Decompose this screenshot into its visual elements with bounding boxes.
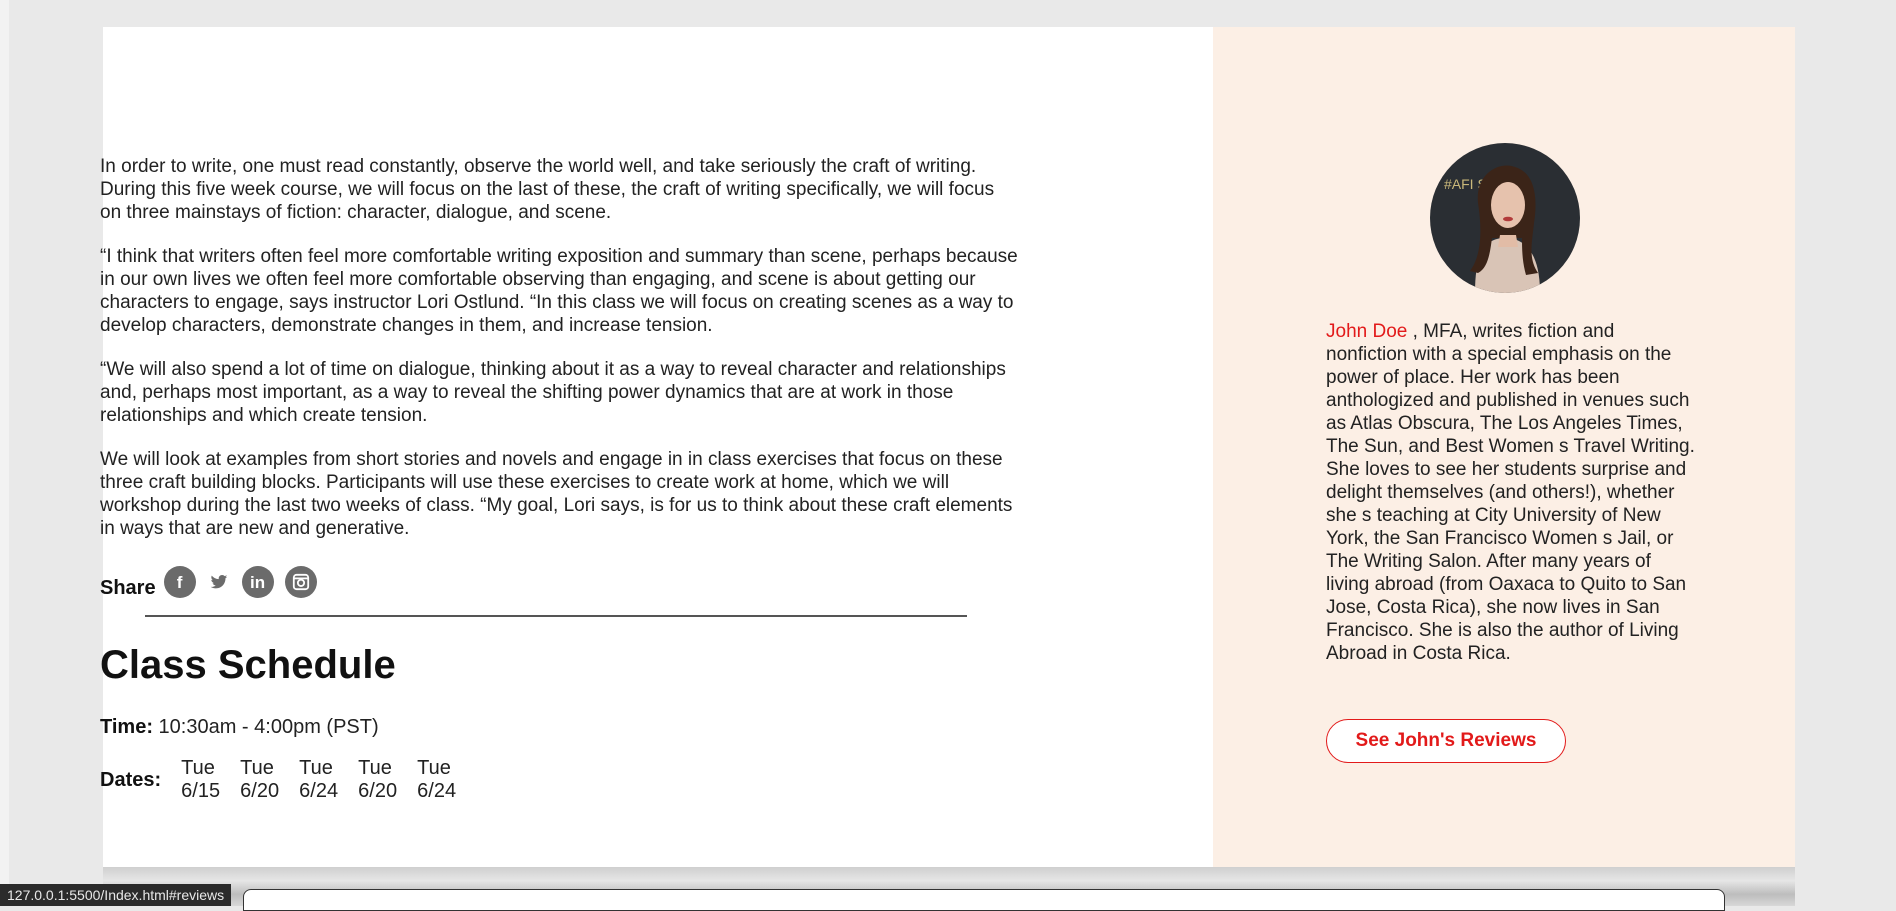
reviews-card-edge [243,889,1725,911]
date-day: Tue [417,757,451,779]
date-item: Tue 6/20 [358,757,417,803]
dates-label: Dates: [100,768,162,791]
facebook-glyph: f [176,572,183,592]
share-label: Share [100,577,156,599]
date-item: Tue 6/15 [181,757,240,803]
date-value: 6/20 [358,780,398,802]
instructor-name[interactable]: John Doe [1326,321,1407,342]
instagram-camera-shape [292,573,309,591]
description-paragraph: “We will also spend a lot of time on dia… [100,359,1006,426]
instagram-icon[interactable] [284,566,317,598]
description-paragraph: In order to write, one must read constan… [100,156,995,223]
twitter-icon[interactable] [207,566,231,598]
description-paragraph: We will look at examples from short stor… [100,449,1013,539]
instructor-bio-text: , MFA, writes fiction and nonfiction wit… [1326,321,1695,664]
share-row: Share f in [100,562,1020,600]
reviews-section-preview [103,867,1795,911]
instructor-bio: John Doe , MFA, writes fiction and nonfi… [1326,320,1696,665]
date-value: 6/20 [240,780,280,802]
see-reviews-button[interactable]: See John's Reviews [1326,719,1566,763]
description-paragraph: “I think that writers often feel more co… [100,246,1018,336]
instructor-avatar: #AFI S [1430,143,1580,293]
date-value: 6/15 [181,780,221,802]
avatar-portrait: #AFI S [1430,143,1580,293]
date-item: Tue 6/20 [240,757,299,803]
section-divider [145,615,967,617]
linkedin-glyph: in [250,572,266,592]
date-value: 6/24 [299,780,339,802]
twitter-bird-shape [210,574,227,588]
schedule-dates: Dates: Tue 6/15 Tue 6/20 Tue 6/24 Tue 6/… [100,757,476,803]
time-value: 10:30am - 4:00pm (PST) [158,716,379,738]
date-item: Tue 6/24 [299,757,358,803]
page-left-edge [0,0,9,906]
date-day: Tue [358,757,392,779]
facebook-icon[interactable]: f [163,566,196,598]
date-day: Tue [240,757,274,779]
browser-status-url: 127.0.0.1:5500/Index.html#reviews [0,884,232,906]
schedule-title: Class Schedule [100,643,396,687]
time-label: Time: [100,716,153,738]
date-value: 6/24 [417,780,457,802]
date-day: Tue [299,757,333,779]
date-item: Tue 6/24 [417,757,476,803]
linkedin-icon[interactable]: in [241,566,274,598]
schedule-time: Time: 10:30am - 4:00pm (PST) [100,716,379,739]
course-description: In order to write, one must read constan… [100,155,1020,600]
date-day: Tue [181,757,215,779]
